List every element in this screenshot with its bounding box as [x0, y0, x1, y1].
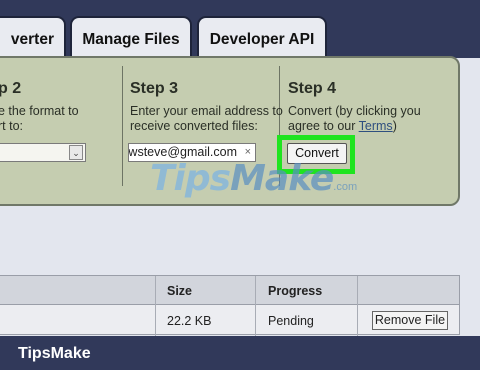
step-2-description: e the format to rt to: — [0, 104, 79, 134]
step-4-line-2-end: ) — [392, 119, 397, 133]
step-2-title: p 2 — [0, 80, 22, 97]
step-4-line-2: agree to our Terms) — [288, 119, 421, 134]
file-progress-cell: Pending — [268, 314, 314, 328]
step-3-description: Enter your email address to receive conv… — [130, 104, 283, 134]
brand-logo-text: TipsMake — [18, 345, 91, 362]
column-separator — [155, 276, 156, 336]
terms-link[interactable]: Terms — [359, 119, 393, 133]
watermark-logo: TipsMake.com — [150, 158, 357, 199]
step-4-description: Convert (by clicking you agree to our Te… — [288, 104, 421, 134]
step-4-line-2-text: agree to our — [288, 119, 359, 133]
chevron-down-icon[interactable]: ⌄ — [69, 145, 83, 160]
watermark-part-1: Tips — [150, 158, 231, 199]
tab-developer-api[interactable]: Developer API — [197, 16, 327, 58]
step-3-title: Step 3 — [130, 80, 179, 97]
step-divider — [122, 66, 123, 186]
step-3-line-2: receive converted files: — [130, 119, 258, 133]
file-size-cell: 22.2 KB — [167, 314, 212, 328]
step-2-line-1: e the format to — [0, 104, 79, 118]
remove-file-button[interactable]: Remove File — [372, 311, 448, 330]
size-column-header: Size — [167, 284, 193, 298]
tab-manage-files[interactable]: Manage Files — [70, 16, 192, 58]
tab-converter[interactable]: verter — [0, 16, 66, 58]
watermark-suffix: .com — [333, 181, 358, 193]
watermark-part-2: Make — [230, 158, 334, 199]
step-4-line-1: Convert (by clicking you — [288, 104, 421, 118]
column-separator — [357, 276, 358, 336]
format-select[interactable]: ⌄ — [0, 143, 86, 162]
table-header — [0, 276, 459, 305]
column-separator — [255, 276, 256, 336]
progress-column-header: Progress — [268, 284, 323, 298]
step-3-line-1: Enter your email address to — [130, 104, 283, 118]
step-4-title: Step 4 — [288, 80, 337, 97]
step-2-line-2: rt to: — [0, 119, 24, 133]
